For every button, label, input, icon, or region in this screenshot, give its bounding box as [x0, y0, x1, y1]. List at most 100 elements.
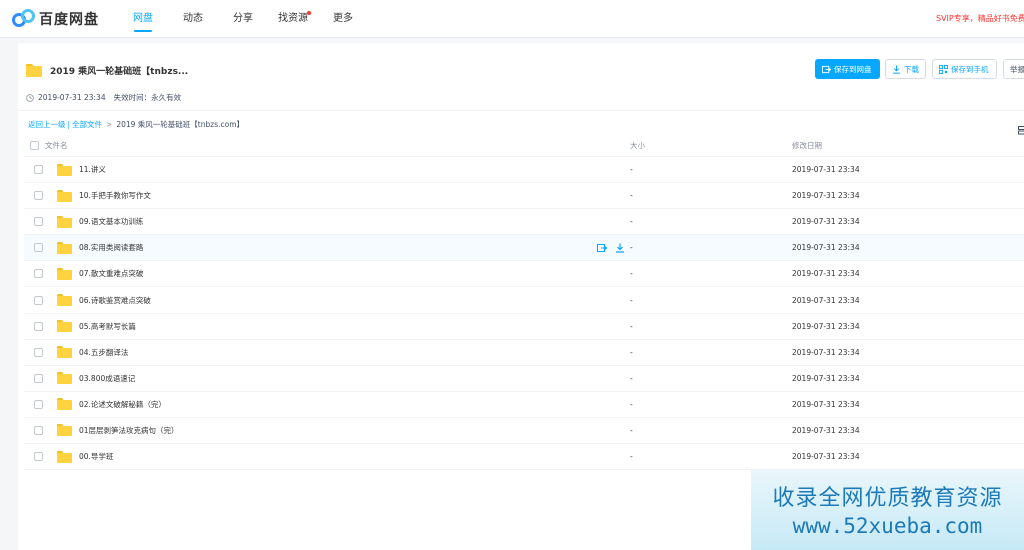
- file-size: -: [630, 321, 633, 331]
- folder-icon: [57, 398, 72, 411]
- header-date: 修改日期: [792, 141, 822, 150]
- file-size: -: [630, 295, 633, 305]
- select-all-checkbox[interactable]: [30, 141, 39, 150]
- divider: [18, 110, 1024, 111]
- main-nav: 网盘 动态 分享 找资源 更多: [118, 0, 368, 38]
- row-checkbox[interactable]: [34, 191, 43, 201]
- svip-promo-link[interactable]: SVIP专享，精品好书免费看: [936, 13, 1024, 24]
- notification-dot: [307, 11, 311, 15]
- row-checkbox[interactable]: [34, 347, 43, 357]
- row-checkbox[interactable]: [34, 269, 43, 279]
- nav-item-1[interactable]: 动态: [168, 0, 218, 38]
- file-name[interactable]: 11.讲义: [79, 164, 106, 175]
- nav-item-label: 找资源: [278, 13, 308, 24]
- file-size: -: [630, 373, 633, 383]
- folder-icon: [57, 189, 72, 202]
- file-name[interactable]: 06.诗歌鉴赏难点突破: [79, 295, 151, 306]
- table-row[interactable]: 11.讲义 - 2019-07-31 23:34: [24, 157, 1024, 184]
- table-row[interactable]: 09.语文基本功训练 - 2019-07-31 23:34: [24, 209, 1024, 236]
- table-row[interactable]: 10.手把手教你写作文 - 2019-07-31 23:34: [24, 183, 1024, 210]
- file-name[interactable]: 02.论述文破解秘籍（完）: [79, 399, 166, 410]
- file-date: 2019-07-31 23:34: [792, 191, 860, 201]
- row-checkbox[interactable]: [34, 425, 43, 435]
- save-icon: [822, 65, 831, 73]
- download-button[interactable]: 下载: [885, 59, 926, 79]
- folder-icon: [57, 346, 72, 359]
- file-date: 2019-07-31 23:34: [792, 425, 860, 435]
- row-checkbox[interactable]: [34, 295, 43, 305]
- table-row[interactable]: 07.散文重难点突破 - 2019-07-31 23:34: [24, 261, 1024, 288]
- file-name[interactable]: 00.导学班: [79, 451, 113, 462]
- save-icon[interactable]: [597, 243, 608, 255]
- top-bar: 百度网盘 网盘 动态 分享 找资源 更多 SVIP专享，精品好书免费看: [0, 0, 1024, 38]
- file-size: -: [630, 399, 633, 409]
- nav-item-0[interactable]: 网盘: [118, 0, 168, 38]
- row-checkbox[interactable]: [34, 243, 43, 253]
- logo-text: 百度网盘: [39, 12, 99, 28]
- baidu-netdisk-logo-icon: [12, 9, 36, 29]
- file-name[interactable]: 07.散文重难点突破: [79, 268, 143, 279]
- table-row[interactable]: 06.诗歌鉴赏难点突破 - 2019-07-31 23:34: [24, 287, 1024, 314]
- header-name: 文件名: [45, 141, 68, 150]
- row-checkbox[interactable]: [34, 399, 43, 409]
- nav-item-2[interactable]: 分享: [218, 0, 268, 38]
- folder-icon: [26, 64, 42, 77]
- table-row[interactable]: 00.导学班 - 2019-07-31 23:34: [24, 444, 1024, 471]
- nav-item-3[interactable]: 找资源: [268, 0, 318, 38]
- folder-icon: [57, 267, 72, 280]
- breadcrumb-back-link[interactable]: 返回上一级: [28, 120, 66, 129]
- file-size: -: [630, 191, 633, 201]
- qrcode-icon: [939, 64, 948, 74]
- file-date: 2019-07-31 23:34: [792, 165, 860, 175]
- table-row[interactable]: 08.实用类阅读套路 - 2019-07-31 23:34: [24, 235, 1024, 262]
- table-row[interactable]: 05.高考默写长篇 - 2019-07-31 23:34: [24, 314, 1024, 340]
- download-icon: [892, 64, 901, 74]
- file-list: 11.讲义 - 2019-07-31 23:34 10.手把手教你写作文 - 2019-0…: [24, 157, 1024, 471]
- file-name[interactable]: 10.手把手教你写作文: [79, 190, 151, 201]
- file-size: -: [630, 243, 633, 253]
- file-name[interactable]: 04.五步翻译法: [79, 347, 128, 358]
- file-size: -: [630, 452, 633, 462]
- watermark-slogan: 收录全网优质教育资源: [772, 486, 1003, 511]
- row-checkbox[interactable]: [34, 452, 43, 462]
- row-checkbox[interactable]: [34, 217, 43, 227]
- clock-icon: [26, 93, 34, 102]
- file-table: 文件名 大小 修改日期 11.讲义 -2019-07-31 23:34 10.手把手…: [24, 135, 1024, 471]
- folder-icon: [57, 320, 72, 333]
- file-name[interactable]: 03.800成语速记: [79, 373, 135, 384]
- file-size: -: [630, 269, 633, 279]
- logo[interactable]: 百度网盘: [12, 9, 99, 29]
- file-size: -: [630, 347, 633, 357]
- nav-item-4[interactable]: 更多: [318, 0, 368, 38]
- folder-icon: [57, 372, 72, 385]
- table-row[interactable]: 02.论述文破解秘籍（完） - 2019-07-31 23:34: [24, 392, 1024, 418]
- save-to-phone-label: 保存到手机: [951, 64, 989, 74]
- folder-icon: [57, 163, 72, 176]
- file-name[interactable]: 05.高考默写长篇: [79, 321, 136, 332]
- file-size: -: [630, 165, 633, 175]
- download-label: 下载: [904, 64, 919, 74]
- save-to-netdisk-button[interactable]: 保存到网盘: [815, 59, 880, 79]
- watermark-url: www.52xueba.com: [792, 514, 983, 538]
- nav-item-label: 动态: [183, 13, 203, 24]
- share-meta: 2019-07-31 23:34 失效时间：永久有效: [26, 92, 181, 103]
- breadcrumb-all-files-link[interactable]: 全部文件: [72, 120, 102, 129]
- save-to-phone-button[interactable]: 保存到手机: [932, 59, 997, 79]
- row-checkbox[interactable]: [34, 373, 43, 383]
- folder-icon: [57, 294, 72, 307]
- file-date: 2019-07-31 23:34: [792, 347, 860, 357]
- file-name[interactable]: 08.实用类阅读套路: [79, 242, 143, 253]
- file-date: 2019-07-31 23:34: [792, 269, 860, 279]
- file-name[interactable]: 09.语文基本功训练: [79, 216, 143, 227]
- row-checkbox[interactable]: [34, 321, 43, 331]
- table-row[interactable]: 04.五步翻译法 - 2019-07-31 23:34: [24, 340, 1024, 366]
- table-row[interactable]: 01层层剥笋法攻克病句（完） - 2019-07-31 23:34: [24, 418, 1024, 445]
- download-icon[interactable]: [615, 243, 625, 255]
- file-date: 2019-07-31 23:34: [792, 295, 860, 305]
- file-date: 2019-07-31 23:34: [792, 321, 860, 331]
- row-actions: [597, 243, 633, 255]
- row-checkbox[interactable]: [34, 165, 43, 175]
- file-name[interactable]: 01层层剥笋法攻克病句（完）: [79, 425, 179, 436]
- report-button[interactable]: 举报: [1003, 59, 1024, 79]
- table-row[interactable]: 03.800成语速记 - 2019-07-31 23:34: [24, 366, 1024, 392]
